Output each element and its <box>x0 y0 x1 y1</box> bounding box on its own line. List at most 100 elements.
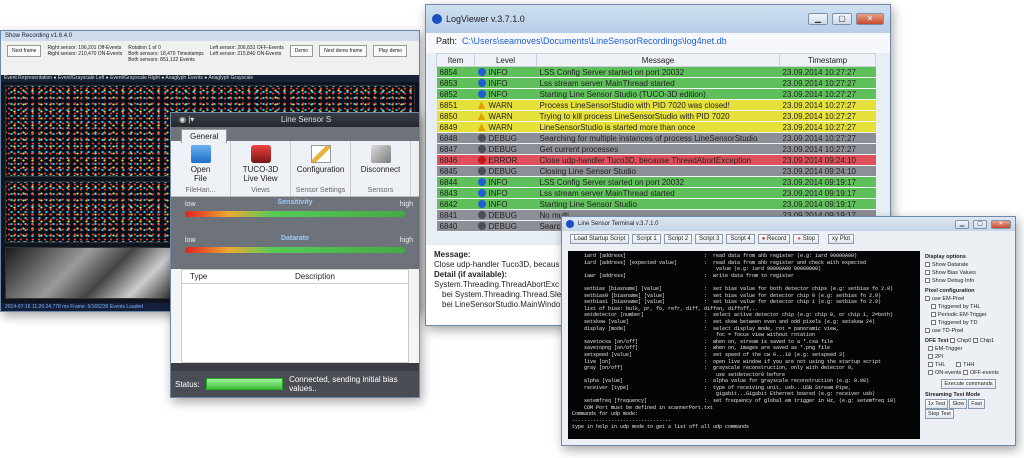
cell-level: INFO <box>474 176 537 188</box>
log-row[interactable]: 6843 INFO Lss stream server MainThread sta… <box>436 187 876 199</box>
col-item[interactable]: Item <box>436 53 475 67</box>
col-description[interactable]: Description <box>222 272 408 281</box>
cell-message-text: Close udp-handler Tuco3D, because Thread… <box>539 155 752 165</box>
play-demo-button[interactable]: Play demo <box>373 45 408 57</box>
col-timestamp[interactable]: Timestamp <box>779 53 876 67</box>
thl-checkbox[interactable] <box>928 362 933 368</box>
2pi-checkbox[interactable]: 2PI <box>925 353 1013 361</box>
terminal-output[interactable]: iard [address] : read data from ahb regi… <box>568 251 920 439</box>
cell-item-text: 6840 <box>439 221 458 231</box>
on-events-checkbox[interactable] <box>928 370 933 376</box>
cell-timestamp: 23.09.2014 10:27:27 <box>779 66 876 78</box>
script-1-button[interactable]: Script 1 <box>632 234 661 244</box>
log-row[interactable]: 6845 DEBUG Closing Line Sensor Studio 23.09… <box>436 165 876 177</box>
record-button[interactable]: ● Record <box>757 234 791 244</box>
execute-commands-button[interactable]: Execute commands <box>941 379 996 389</box>
use-td-pixel-checkbox[interactable]: use TD-Pixel <box>925 327 1013 335</box>
triggered-td-checkbox[interactable]: Triggered by TD <box>925 319 1013 327</box>
cell-message: Close udp-handler Tuco3D, because Thread… <box>536 154 780 166</box>
close-button[interactable]: ✕ <box>856 13 884 25</box>
log-row[interactable]: 6854 INFO LSS Config Server started on por… <box>436 66 876 78</box>
triggered-thl-checkbox[interactable]: Triggered by THL <box>925 303 1013 311</box>
periodic-em-checkbox[interactable]: Periodic EM-Trigger <box>925 311 1013 319</box>
event-representation-bar[interactable]: Event Representation ● Event/Grayscale L… <box>1 75 419 82</box>
log-row[interactable]: 6842 INFO Starting Line Sensor Studio 23.09… <box>436 198 876 210</box>
cell-timestamp: 23.09.2014 09:24:10 <box>779 154 876 166</box>
stop-button[interactable]: ● Stop <box>793 234 820 244</box>
sensitivity-slider[interactable]: low high Sensitivity <box>171 197 419 233</box>
chip0-checkbox[interactable] <box>949 338 955 344</box>
log-row[interactable]: 6848 DEBUG Searching for multiple instance… <box>436 132 876 144</box>
col-message[interactable]: Message <box>536 53 780 67</box>
grayscale-view <box>5 247 171 299</box>
log-row[interactable]: 6851 WARN Process LineSensorStudio with PI… <box>436 99 876 111</box>
maximize-button[interactable]: ▢ <box>832 13 852 25</box>
datarate-track[interactable] <box>185 247 405 253</box>
log-row[interactable]: 6852 INFO Starting Line Sensor Studio (TUC… <box>436 88 876 100</box>
cell-level-text: INFO <box>488 67 508 77</box>
cell-level-text: ERROR <box>488 155 518 165</box>
path-value[interactable]: C:\Users\seamoves\Documents\LineSensorRe… <box>462 36 727 46</box>
high-label: high <box>399 201 413 208</box>
minimize-button[interactable]: ▁ <box>955 219 969 229</box>
info-icon <box>477 79 486 88</box>
load-startup-script-button[interactable]: Load Startup Script <box>570 234 630 244</box>
cell-level-text: DEBUG <box>488 133 517 143</box>
log-row[interactable]: 6853 INFO Lss stream server MainThread sta… <box>436 77 876 89</box>
next-demo-button[interactable]: Next demo frame <box>319 45 368 57</box>
robot-icon <box>250 145 271 163</box>
ribbon-disconnect[interactable]: Disconnect Sensors <box>351 141 411 196</box>
col-level[interactable]: Level <box>474 53 537 67</box>
datarate-slider[interactable]: low high Datarate <box>171 233 419 269</box>
thh-checkbox[interactable] <box>956 362 962 368</box>
xy-plot-button[interactable]: xy Plot <box>828 234 855 244</box>
ribbon-tuco3d-live[interactable]: TUCO-3D Live View Views <box>231 141 291 196</box>
cell-item: 6843 <box>436 187 475 199</box>
chip0-label: Chip0 <box>956 338 972 344</box>
slow-button[interactable]: Slow <box>949 399 968 409</box>
show-bias-checkbox[interactable]: Show Bias Values <box>925 269 1013 277</box>
log-row[interactable]: 6850 WARN Trying to kill process LineSenso… <box>436 110 876 122</box>
streaming-heading: Streaming Test Mode <box>925 392 981 398</box>
cell-item: 6845 <box>436 165 475 177</box>
fast-button[interactable]: Fast <box>968 399 985 409</box>
1x-test-button[interactable]: 1x Test <box>925 399 949 409</box>
status-bar: Status: Connected, sending initial bias v… <box>171 371 419 397</box>
script-2-button[interactable]: Script 2 <box>663 234 693 244</box>
log-row[interactable]: 6847 DEBUG Get current processes 23.09.2014… <box>436 143 876 155</box>
off-events-checkbox[interactable] <box>962 370 968 376</box>
sensitivity-track[interactable] <box>185 211 405 217</box>
message-table[interactable]: Type Description <box>181 269 409 363</box>
log-row[interactable]: 6849 WARN LineSensorStudio is started more… <box>436 121 876 133</box>
ribbon-open-file[interactable]: Open File FileHan... <box>171 141 231 196</box>
chip1-label: Chip1 <box>979 338 995 344</box>
demo-button[interactable]: Demo <box>289 45 314 57</box>
script-3-button[interactable]: Script 3 <box>695 234 724 244</box>
show-datarate-checkbox[interactable]: Show Datarate <box>925 261 1013 269</box>
dfe-test-row: DFE Test Chip0 Chip1 <box>925 337 1013 345</box>
cell-item-text: 6842 <box>439 199 458 209</box>
col-type[interactable]: Type <box>182 272 222 281</box>
show-debug-checkbox[interactable]: Show Debug Info <box>925 277 1013 285</box>
log-table[interactable]: Item Level Message Timestamp 6854 INFO LSS… <box>436 53 876 232</box>
pencil-icon <box>310 145 331 163</box>
warn-icon <box>477 112 486 121</box>
checkbox-label: use EM-Pixel <box>932 296 965 302</box>
em-trigger-checkbox[interactable]: EM-Trigger <box>925 345 1013 353</box>
minimize-button[interactable]: ▁ <box>808 13 828 25</box>
log-row[interactable]: 6846 ERROR Close udp-handler Tuco3D, becau… <box>436 154 876 166</box>
info-icon <box>477 90 486 99</box>
use-em-pixel-checkbox[interactable]: use EM-Pixel <box>925 295 1013 303</box>
ribbon-configuration[interactable]: Configuration Sensor Settings <box>291 141 351 196</box>
cell-timestamp-text: 23.09.2014 10:27:27 <box>782 144 856 154</box>
script-4-button[interactable]: Script 4 <box>726 234 755 244</box>
log-row[interactable]: 6844 INFO LSS Config Server started on por… <box>436 176 876 188</box>
stop-test-button[interactable]: Stop Test <box>925 409 954 419</box>
chip1-checkbox[interactable] <box>972 338 978 344</box>
app-icon <box>566 220 574 228</box>
record-label: Record <box>767 236 787 242</box>
maximize-button[interactable]: ▢ <box>973 219 987 229</box>
live-label: Live View <box>243 174 278 183</box>
next-frame-button[interactable]: Next frame <box>7 45 42 57</box>
close-button[interactable]: ✕ <box>991 219 1011 229</box>
